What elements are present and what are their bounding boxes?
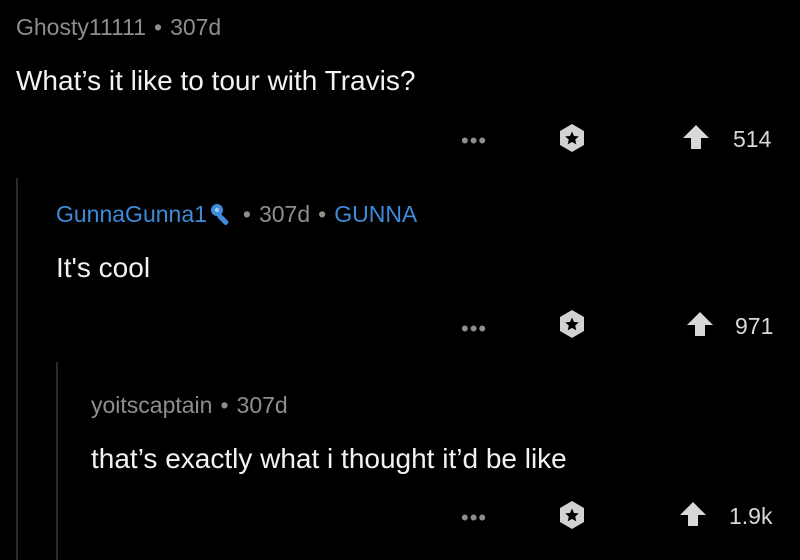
vote-score: 1.9k: [729, 503, 773, 529]
comment-body: What’s it like to tour with Travis?: [16, 65, 416, 96]
comment-body: that’s exactly what i thought it’d be li…: [91, 443, 567, 474]
microphone-icon: [210, 203, 229, 225]
comment-author[interactable]: yoitscaptain: [91, 392, 212, 419]
comment-author[interactable]: Ghosty11111: [16, 14, 146, 41]
comment-author[interactable]: GunnaGunna1: [56, 201, 207, 228]
user-flair: GUNNA: [334, 201, 418, 227]
comment-age: 307d: [258, 201, 311, 227]
meta-separator: •: [318, 201, 327, 227]
comment-body: It's cool: [56, 252, 151, 283]
meta-separator: •: [154, 14, 163, 40]
more-options-icon[interactable]: •••: [461, 130, 487, 152]
meta-separator: •: [242, 201, 251, 227]
upvote-icon[interactable]: [683, 125, 709, 149]
award-icon[interactable]: [557, 500, 587, 530]
comment-age: 307d: [170, 14, 222, 40]
more-options-icon[interactable]: •••: [461, 507, 487, 529]
more-options-icon[interactable]: •••: [461, 318, 487, 340]
comment-meta: yoitscaptain • 307d: [91, 392, 288, 419]
thread-line-level-2[interactable]: [56, 362, 58, 560]
upvote-icon[interactable]: [680, 502, 706, 526]
upvote-icon[interactable]: [687, 312, 713, 336]
meta-separator: •: [220, 392, 229, 418]
award-icon[interactable]: [557, 309, 587, 339]
comment-meta: GunnaGunna1 • 307d • GUNNA: [56, 201, 417, 228]
thread-line-level-1[interactable]: [16, 178, 18, 560]
comment-age: 307d: [236, 392, 288, 418]
vote-score: 514: [733, 126, 772, 152]
comment-meta: Ghosty11111 • 307d: [16, 14, 221, 41]
award-icon[interactable]: [557, 123, 587, 153]
vote-score: 971: [735, 313, 774, 339]
